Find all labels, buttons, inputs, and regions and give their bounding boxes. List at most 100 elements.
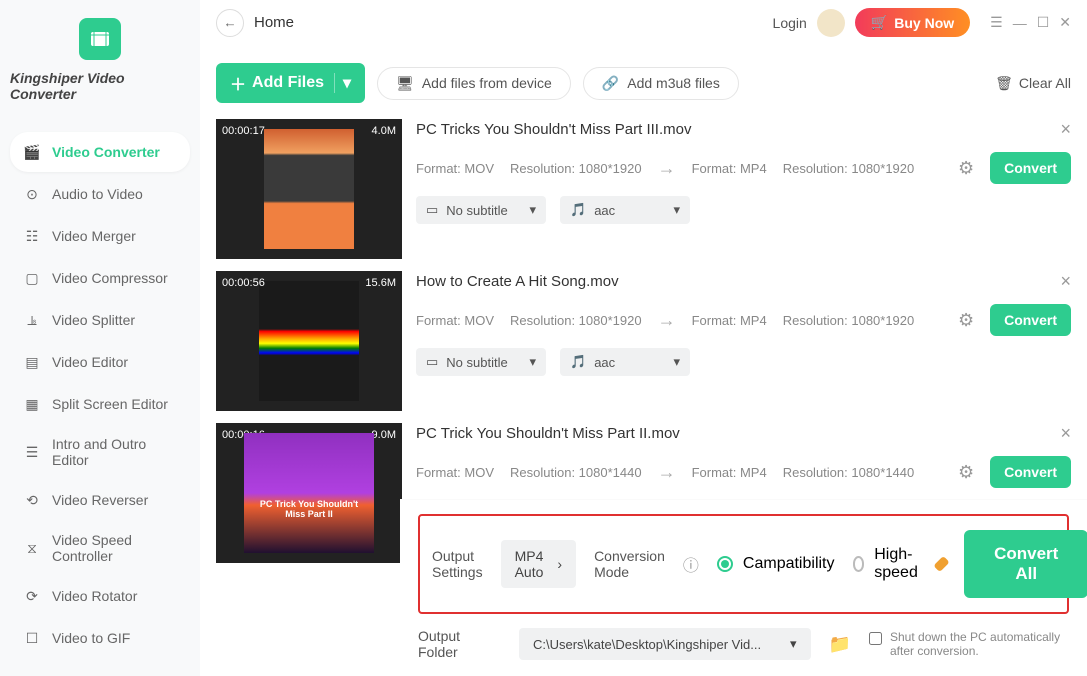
shutdown-checkbox[interactable]: Shut down the PC automatically after con… [869, 630, 1069, 658]
sidebar-item-audio-to-video[interactable]: ⊙Audio to Video [10, 174, 190, 214]
in-resolution: Resolution: 1080*1920 [510, 313, 642, 328]
sidebar-item-speed-controller[interactable]: ⧖ Video Speed Controller [10, 522, 190, 574]
out-resolution: Resolution: 1080*1920 [783, 161, 915, 176]
subtitle-dropdown[interactable]: ▭No subtitle▾ [416, 196, 546, 224]
audio-dropdown[interactable]: 🎵aac▾ [560, 196, 690, 224]
output-format-dropdown[interactable]: MP4 Auto› [501, 540, 576, 588]
output-folder-dropdown[interactable]: C:\Users\kate\Desktop\Kingshiper Vid...▾ [519, 628, 811, 660]
file-row: 00:00:56 15.6M How to Create A Hit Song.… [216, 271, 1071, 411]
sidebar-item-intro-outro[interactable]: ☰Intro and Outro Editor [10, 426, 190, 478]
edit-icon: ▤ [22, 352, 42, 372]
premium-icon [933, 556, 949, 572]
arrow-icon: → [658, 158, 676, 179]
arrow-icon: → [658, 462, 676, 483]
out-format: Format: MP4 [692, 313, 767, 328]
nav-list: 🎬Video Converter ⊙Audio to Video ☷Video … [0, 132, 200, 658]
main: ← Home Login 🛒Buy Now ☰ — ☐ ✕ ＋ Add Files… [200, 0, 1087, 676]
sidebar-item-video-to-gif[interactable]: ☐Video to GIF [10, 618, 190, 658]
splitscreen-icon: ▦ [22, 394, 42, 414]
sidebar-item-video-reverser[interactable]: ⟲ Video Reverser [10, 480, 190, 520]
arrow-icon: → [658, 310, 676, 331]
sidebar-item-split-screen[interactable]: ▦ Split Screen Editor [10, 384, 190, 424]
window-controls: ☰ — ☐ ✕ [990, 14, 1071, 31]
close-icon[interactable]: ✕ [1059, 14, 1071, 31]
sidebar-item-video-compressor[interactable]: ▢Video Compressor [10, 258, 190, 298]
convert-all-button[interactable]: Convert All [964, 530, 1087, 598]
add-from-device-button[interactable]: 🖥Add files from device [377, 67, 571, 100]
remove-file-button[interactable]: × [1060, 119, 1071, 140]
subtitle-dropdown[interactable]: ▭No subtitle▾ [416, 348, 546, 376]
convert-button[interactable]: Convert [990, 304, 1071, 336]
sidebar-item-video-editor[interactable]: ▤ Video Editor [10, 342, 190, 382]
sidebar-item-video-merger[interactable]: ☷Video Merger [10, 216, 190, 256]
nav-label: Video Converter [52, 144, 160, 160]
audio-icon: 🎵 [570, 354, 586, 370]
size-badge: 4.0M [372, 125, 396, 137]
sidebar-item-video-rotator[interactable]: ⟳Video Rotator [10, 576, 190, 616]
chevron-down-icon[interactable]: ▾ [334, 73, 351, 93]
thumbnail[interactable]: 00:00:56 15.6M [216, 271, 402, 411]
logo: Kingshiper Video Converter [0, 18, 200, 102]
sidebar-item-video-converter[interactable]: 🎬Video Converter [10, 132, 190, 172]
add-files-label: Add Files [252, 74, 324, 92]
add-m3u8-label: Add m3u8 files [627, 75, 720, 91]
maximize-icon[interactable]: ☐ [1037, 14, 1050, 31]
plus-icon: ＋ [230, 71, 246, 95]
info-icon[interactable]: ⓘ [683, 552, 699, 576]
compat-radio[interactable]: Campatibility [717, 555, 835, 573]
open-folder-button[interactable]: 📁 [829, 634, 851, 655]
login-link[interactable]: Login [773, 15, 807, 31]
output-format-value: MP4 Auto [515, 548, 544, 580]
actionbar: ＋ Add Files ▾ 🖥Add files from device 🔗Add … [200, 45, 1087, 111]
gif-icon: ☐ [22, 628, 42, 648]
nav-label: Video Speed Controller [52, 532, 178, 564]
minimize-icon[interactable]: — [1013, 15, 1027, 31]
buy-now-button[interactable]: 🛒Buy Now [855, 8, 970, 37]
settings-icon[interactable]: ⚙ [958, 158, 974, 179]
split-icon: ⫡ [22, 310, 42, 330]
file-name: How to Create A Hit Song.mov [416, 273, 619, 290]
breadcrumb: Home [254, 14, 294, 31]
back-button[interactable]: ← [216, 9, 244, 37]
sidebar: Kingshiper Video Converter 🎬Video Conver… [0, 0, 200, 676]
settings-icon[interactable]: ⚙ [958, 310, 974, 331]
trash-icon: 🗑 [995, 75, 1013, 92]
clear-all-button[interactable]: 🗑 Clear All [995, 75, 1071, 92]
remove-file-button[interactable]: × [1060, 423, 1071, 444]
nav-label: Split Screen Editor [52, 396, 168, 412]
settings-icon[interactable]: ⚙ [958, 462, 974, 483]
chevron-down-icon: ▾ [529, 354, 536, 370]
file-row: 00:00:17 4.0M PC Tricks You Shouldn't Mi… [216, 119, 1071, 259]
convert-button[interactable]: Convert [990, 152, 1071, 184]
menu-icon[interactable]: ☰ [990, 14, 1003, 31]
nav-label: Video Editor [52, 354, 128, 370]
thumbnail[interactable]: 00:00:16 9.0M [216, 423, 402, 563]
speed-icon: ⧖ [22, 538, 42, 558]
output-settings-row: Output Settings MP4 Auto› Conversion Mod… [418, 514, 1069, 614]
audio-dropdown[interactable]: 🎵aac▾ [560, 348, 690, 376]
out-resolution: Resolution: 1080*1920 [783, 313, 915, 328]
highspeed-radio[interactable]: High-speed [853, 546, 947, 582]
clear-label: Clear All [1019, 75, 1071, 91]
add-m3u8-button[interactable]: 🔗Add m3u8 files [583, 67, 739, 100]
sidebar-item-video-splitter[interactable]: ⫡ Video Splitter [10, 300, 190, 340]
reverse-icon: ⟲ [22, 490, 42, 510]
sub-icon: ▭ [426, 202, 438, 218]
nav-label: Audio to Video [52, 186, 143, 202]
output-folder-row: Output Folder C:\Users\kate\Desktop\King… [418, 628, 1069, 660]
conversion-mode-label: Conversion Mode [594, 548, 665, 580]
cart-icon: 🛒 [871, 14, 888, 31]
topbar: ← Home Login 🛒Buy Now ☰ — ☐ ✕ [200, 0, 1087, 45]
size-badge: 15.6M [365, 277, 396, 289]
thumbnail[interactable]: 00:00:17 4.0M [216, 119, 402, 259]
highspeed-label: High-speed [874, 546, 927, 582]
nav-label: Video Splitter [52, 312, 135, 328]
avatar[interactable] [817, 9, 845, 37]
size-badge: 9.0M [372, 429, 396, 441]
remove-file-button[interactable]: × [1060, 271, 1071, 292]
add-files-button[interactable]: ＋ Add Files ▾ [216, 63, 365, 103]
device-icon: 🖥 [396, 75, 414, 92]
file-name: PC Tricks You Shouldn't Miss Part III.mo… [416, 121, 691, 138]
nav-label: Video Reverser [52, 492, 148, 508]
convert-button[interactable]: Convert [990, 456, 1071, 488]
